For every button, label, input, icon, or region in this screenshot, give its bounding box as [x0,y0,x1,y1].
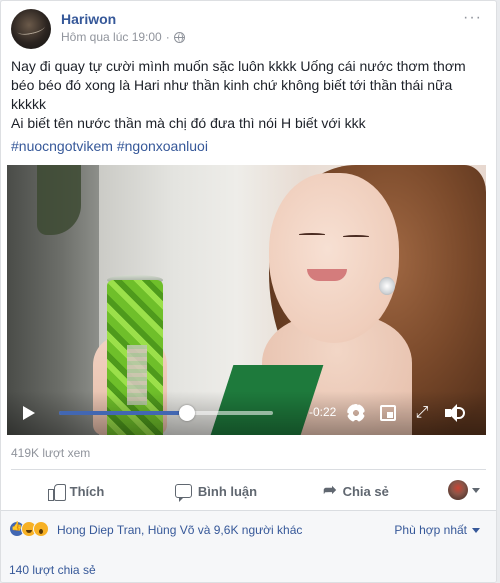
video-woman-eye [299,233,325,236]
action-bar: Thích Bình luận ➦ Chia sẻ [11,473,486,509]
video-earring [379,277,395,295]
comment-button-label: Bình luận [197,483,258,499]
post-text-line: Ai biết tên nước thần mà chị đó đưa thì … [11,115,366,131]
video-woman-eye [343,235,369,238]
view-count[interactable]: 419K lượt xem [11,446,90,460]
share-icon: ➦ [323,482,337,499]
post-hashtags[interactable]: #nuocngotvikem #ngonxoanluoi [11,138,208,154]
comment-button[interactable]: Bình luận [141,473,291,509]
more-options-icon[interactable]: ··· [463,9,482,27]
comment-sort-label: Phù hợp nhất [394,523,467,537]
user-avatar [448,480,468,500]
picture-in-picture-icon[interactable] [380,405,396,421]
post-text: Nay đi quay tự cười mình muốn sặc luôn k… [11,57,481,133]
chevron-down-icon [472,527,480,533]
like-button-label: Thích [69,483,105,499]
video-time-remaining: -0:22 [309,405,337,419]
video-progress-handle[interactable] [179,405,196,421]
reaction-icons[interactable] [9,521,49,537]
volume-icon[interactable] [445,404,467,422]
post-header: Hariwon Hôm qua lúc 19:00 · ··· [11,9,486,53]
reaction-summary[interactable]: Hong Diep Tran, Hùng Võ và 9,6K người kh… [57,523,302,537]
author-name[interactable]: Hariwon [61,11,116,27]
fullscreen-icon[interactable]: ⤢ [413,404,431,422]
video-progress-fill [59,411,188,415]
video-woman-face [269,173,399,343]
post-footer: Hong Diep Tran, Hùng Võ và 9,6K người kh… [1,511,496,582]
chevron-down-icon [472,487,480,493]
video-player[interactable]: -0:22 ⤢ [7,165,486,435]
post-timestamp[interactable]: Hôm qua lúc 19:00 [61,30,162,44]
post-meta: Hôm qua lúc 19:00 · [61,30,185,44]
share-button-label: Chia sẻ [342,483,389,499]
video-progress-track[interactable] [59,411,273,415]
comment-sort-dropdown[interactable]: Phù hợp nhất [394,523,480,537]
divider [11,469,486,470]
gear-icon[interactable] [347,404,365,422]
video-woman-smile [307,269,347,281]
like-icon [47,483,66,501]
post-text-line: Nay đi quay tự cười mình muốn sặc luôn k… [11,58,466,112]
meta-separator: · [165,30,170,44]
wow-reaction-icon [33,521,49,537]
share-count[interactable]: 140 lượt chia sẻ [9,563,96,577]
post-card: Hariwon Hôm qua lúc 19:00 · ··· Nay đi q… [0,0,497,583]
comment-icon [174,484,192,502]
author-avatar[interactable] [11,9,51,49]
video-controls: -0:22 ⤢ [7,391,486,435]
post-as-selector[interactable] [448,480,480,500]
signature-mark [16,21,46,37]
share-button[interactable]: ➦ Chia sẻ [291,473,421,509]
like-button[interactable]: Thích [11,473,141,509]
play-icon[interactable] [23,406,35,420]
globe-icon[interactable] [173,31,185,43]
